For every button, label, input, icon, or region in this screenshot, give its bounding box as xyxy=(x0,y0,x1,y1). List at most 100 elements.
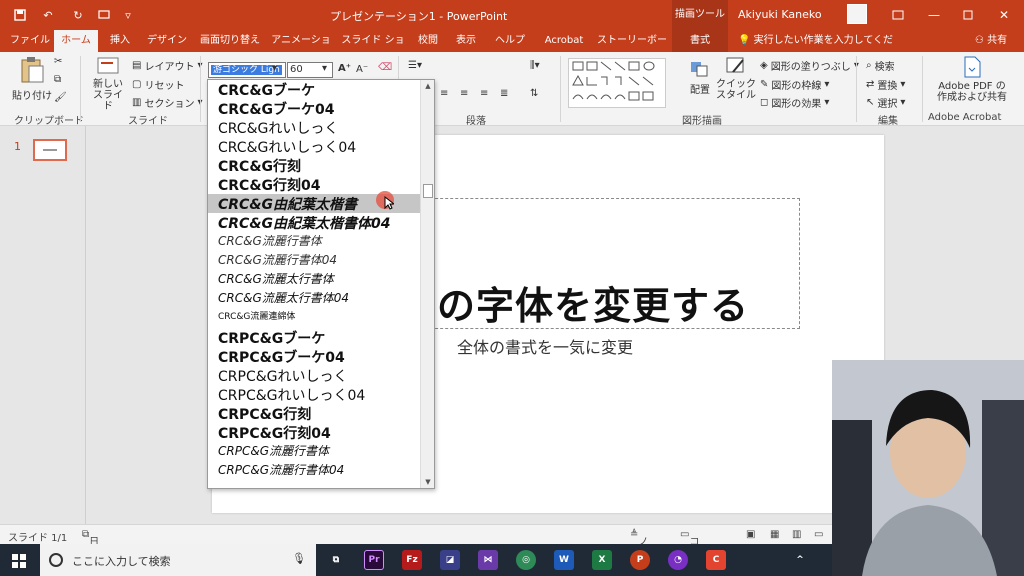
ribbon-display-options-icon[interactable] xyxy=(880,0,916,30)
create-pdf-button[interactable]: Adobe PDF の 作成および共有 xyxy=(928,56,1016,103)
shape-effects-button[interactable]: ◻ 図形の効果 ▾ xyxy=(760,95,829,110)
font-option[interactable]: CRPC&Gブーケ xyxy=(208,328,420,347)
font-option[interactable]: CRC&G流麗行書体 xyxy=(208,232,420,251)
tab-format[interactable]: 書式 xyxy=(680,30,720,52)
minimize-icon[interactable]: — xyxy=(916,0,952,30)
user-name[interactable]: Akiyuki Kaneko xyxy=(738,8,822,21)
tab-review[interactable]: 校閲 xyxy=(412,30,444,52)
format-painter-icon[interactable]: 🖌 xyxy=(54,92,67,103)
font-dropdown-list[interactable]: CRC&Gブーケ CRC&Gブーケ04 CRC&Gれいしっく CRC&Gれいしっ… xyxy=(207,79,435,489)
distribute-icon[interactable]: ≣ xyxy=(500,88,508,99)
bullets-icon[interactable]: ☰▾ xyxy=(408,60,422,71)
visual-studio-icon[interactable]: ⋈ xyxy=(478,550,498,570)
maximize-icon[interactable] xyxy=(950,0,986,30)
new-slide-button[interactable]: 新しい スライド xyxy=(90,56,126,112)
scroll-up-icon[interactable]: ▲ xyxy=(421,80,434,92)
section-button[interactable]: ▥セクション▾ xyxy=(132,95,202,110)
tray-chevron-icon[interactable]: ^ xyxy=(790,550,810,570)
columns-icon[interactable]: ⫼▾ xyxy=(530,60,540,71)
tab-help[interactable]: ヘルプ xyxy=(490,30,530,52)
tab-storyboard[interactable]: ストーリーボード xyxy=(596,30,668,68)
slide-title[interactable]: の字体を変更する xyxy=(437,275,749,330)
font-option[interactable]: CRC&Gれいしっく04 xyxy=(208,137,420,156)
find-button[interactable]: ⌕ 検索 xyxy=(866,58,895,73)
share-button[interactable]: ⚇ 共有 xyxy=(966,30,1016,52)
chrome-icon[interactable]: ◎ xyxy=(516,550,536,570)
task-view-icon[interactable]: ⧉ xyxy=(326,550,346,570)
customize-qat-icon[interactable]: ▿ xyxy=(116,0,140,30)
shape-outline-button[interactable]: ✎ 図形の枠線 ▾ xyxy=(760,77,829,92)
text-direction-icon[interactable]: ⇅ xyxy=(530,88,538,99)
reset-button[interactable]: ▢ リセット xyxy=(132,77,184,92)
notes-button[interactable]: ≜ ノート xyxy=(630,529,648,576)
font-list-scrollbar[interactable]: ▲ ▼ xyxy=(420,80,434,488)
font-size-chevron-icon[interactable]: ▾ xyxy=(322,63,327,74)
font-option[interactable]: CRPC&G行刻 xyxy=(208,404,420,423)
scroll-down-icon[interactable]: ▼ xyxy=(421,476,434,488)
slideshow-view-icon[interactable]: ▭ xyxy=(814,529,823,540)
filezilla-icon[interactable]: Fz xyxy=(402,550,422,570)
tell-me-box[interactable]: 💡 実行したい作業を入力してください xyxy=(738,30,898,68)
font-option[interactable]: CRPC&Gブーケ04 xyxy=(208,347,420,366)
slide-thumbnail[interactable] xyxy=(33,139,67,161)
font-option[interactable]: CRC&G流麗連綿体 xyxy=(208,308,420,326)
shapes-gallery[interactable] xyxy=(568,58,666,108)
font-option[interactable]: CRC&G行刻 xyxy=(208,156,420,175)
quick-style-button[interactable]: クイック スタイル xyxy=(716,56,756,101)
app-icon-3[interactable]: C xyxy=(706,550,726,570)
slideshow-icon[interactable] xyxy=(92,0,116,30)
font-option[interactable]: CRPC&Gれいしっく04 xyxy=(208,385,420,404)
tab-insert[interactable]: 挿入 xyxy=(102,30,138,52)
app-icon[interactable]: ◪ xyxy=(440,550,460,570)
normal-view-icon[interactable]: ▣ xyxy=(746,529,755,540)
font-option[interactable]: CRC&G由紀葉太楷書体04 xyxy=(208,213,420,232)
clear-formatting-icon[interactable]: ⌫ xyxy=(378,62,392,73)
close-icon[interactable]: ✕ xyxy=(986,0,1022,30)
comments-button[interactable]: ▭ コメント xyxy=(680,529,699,576)
language-status[interactable]: ⧉ 日本語 xyxy=(82,529,99,576)
decrease-font-size-icon[interactable]: A⁻ xyxy=(356,64,368,75)
tab-acrobat[interactable]: Acrobat xyxy=(538,30,590,52)
font-option[interactable]: CRC&Gれいしっく xyxy=(208,118,420,137)
align-center-icon[interactable]: ≡ xyxy=(440,88,448,99)
scroll-thumb[interactable] xyxy=(423,184,433,198)
increase-font-size-icon[interactable]: A⁺ xyxy=(338,63,351,74)
tab-transitions[interactable]: 画面切り替え xyxy=(196,30,264,52)
font-dropdown-chevron-icon[interactable]: ▾ xyxy=(272,63,277,74)
word-icon[interactable]: W xyxy=(554,550,574,570)
tab-slideshow[interactable]: スライド ショー xyxy=(338,30,408,68)
excel-icon[interactable]: X xyxy=(592,550,612,570)
arrange-button[interactable]: 配置 xyxy=(686,60,714,96)
font-option[interactable]: CRPC&Gれいしっく xyxy=(208,366,420,385)
tab-view[interactable]: 表示 xyxy=(450,30,482,52)
copy-icon[interactable]: ⧉ xyxy=(54,74,61,85)
microphone-icon[interactable]: 🎙 xyxy=(292,552,306,565)
font-option[interactable]: CRPC&G行刻04 xyxy=(208,423,420,442)
font-option[interactable]: CRC&G流麗太行書体 xyxy=(208,270,420,289)
taskbar-search-box[interactable]: ここに入力して検索 🎙 xyxy=(40,544,316,576)
cut-icon[interactable]: ✂ xyxy=(54,56,62,67)
font-option[interactable]: CRC&G流麗行書体04 xyxy=(208,251,420,270)
tab-home[interactable]: ホーム xyxy=(54,30,98,52)
select-button[interactable]: ↖ 選択 ▾ xyxy=(866,95,905,110)
align-right-icon[interactable]: ≡ xyxy=(460,88,468,99)
reading-view-icon[interactable]: ▥ xyxy=(792,529,801,540)
tab-file[interactable]: ファイル xyxy=(8,30,52,52)
tab-animations[interactable]: アニメーション xyxy=(268,30,334,68)
replace-button[interactable]: ⇄ 置換 ▾ xyxy=(866,77,905,92)
font-option[interactable]: CRPC&G流麗行書体 xyxy=(208,442,420,461)
powerpoint-taskbar-icon[interactable]: P xyxy=(630,550,650,570)
premiere-icon[interactable]: Pr xyxy=(364,550,384,570)
font-option[interactable]: CRC&Gブーケ xyxy=(208,80,420,99)
slide-subtitle[interactable]: 全体の書式を一気に変更 xyxy=(457,334,633,358)
app-icon-2[interactable]: ◔ xyxy=(668,550,688,570)
layout-button[interactable]: ▤レイアウト▾ xyxy=(132,58,202,73)
redo-icon[interactable]: ↻ xyxy=(66,0,90,30)
font-option[interactable]: CRC&G流麗太行書体04 xyxy=(208,289,420,308)
tab-design[interactable]: デザイン xyxy=(142,30,192,52)
windows-start-icon[interactable] xyxy=(12,553,26,572)
paste-button[interactable]: 貼り付け xyxy=(12,56,52,102)
font-option[interactable]: CRPC&G流麗行書体04 xyxy=(208,461,420,480)
justify-icon[interactable]: ≡ xyxy=(480,88,488,99)
save-icon[interactable] xyxy=(8,0,32,30)
